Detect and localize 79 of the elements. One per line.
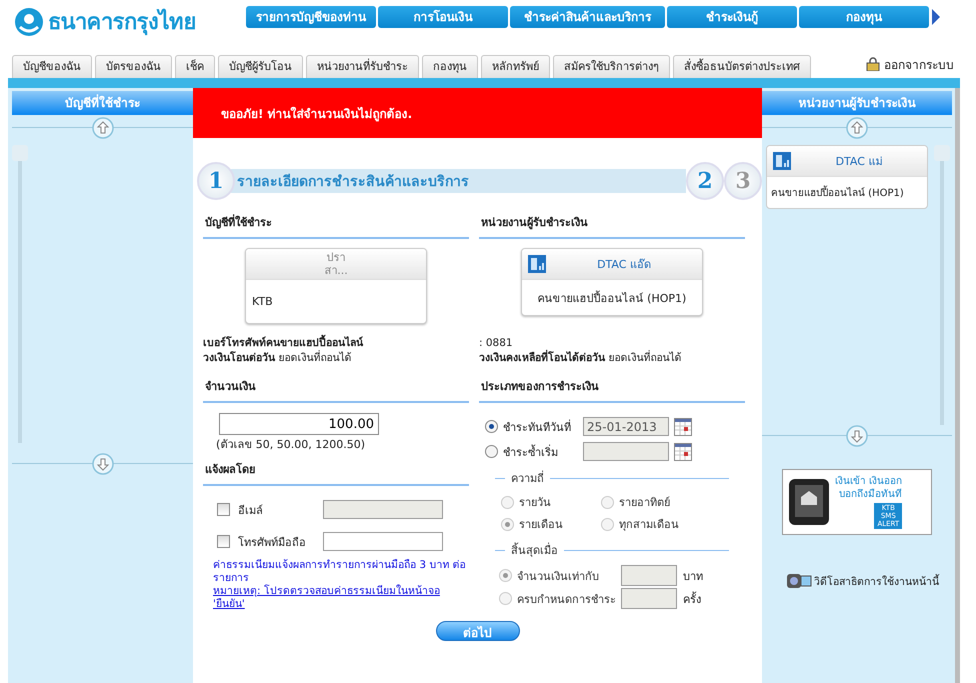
scrollbar[interactable] xyxy=(934,145,950,425)
payee-name: DTAC แม่ xyxy=(834,154,884,168)
info-value: วงเงินคงเหลือที่โอนได้ต่อวัน ยอดเงินที่ถอนได้ xyxy=(479,352,682,364)
step-number: 3 xyxy=(724,162,762,200)
date-input[interactable] xyxy=(583,442,669,461)
panel-title: หน่วยงานผู้รับชำระเงิน xyxy=(762,91,952,115)
tab[interactable]: สั่งซื้อธนบัตรต่างประเทศ xyxy=(673,55,811,78)
bank-name: ธนาคารกรุงไทย xyxy=(48,8,196,38)
section-heading: แจ้งผลโดย xyxy=(203,457,469,486)
account-name: ปรา สา... xyxy=(324,251,348,277)
phone-signal-icon xyxy=(528,255,546,273)
step-title: รายละเอียดการชำระสินค้าและบริการ xyxy=(237,172,469,192)
smartphone-icon xyxy=(787,477,831,527)
tab[interactable]: บัตรของฉัน xyxy=(95,55,172,78)
radio-button[interactable] xyxy=(485,420,498,433)
group-legend: สิ้นสุดเมื่อ xyxy=(511,541,558,559)
arrow-up-icon[interactable] xyxy=(846,117,868,139)
next-arrow-icon[interactable] xyxy=(931,8,941,26)
video-camera-icon xyxy=(786,571,812,591)
date-input[interactable]: 25-01-2013 xyxy=(583,417,669,436)
arrow-down-icon[interactable] xyxy=(846,425,868,447)
group-legend: ความถี่ xyxy=(511,469,544,487)
payee-service: คนขายแฮปปี้ออนไลน์ (HOP1) xyxy=(538,290,686,306)
radio-label: รายวัน xyxy=(519,495,552,511)
text-input[interactable] xyxy=(621,588,677,609)
demo-video-link[interactable]: วิดีโอสาธิตการใช้งานหน้านี้ xyxy=(786,571,952,591)
amount-hint: (ตัวเลข 50, 50.00, 1200.50) xyxy=(216,437,366,453)
amount-input[interactable]: 100.00 xyxy=(219,413,379,435)
panel-title: บัญชีที่ใช้ชำระ xyxy=(12,91,193,115)
info-value: : 0881 xyxy=(479,337,513,349)
logout-link[interactable]: ออกจากระบบ xyxy=(866,54,954,74)
tab[interactable]: หลักทรัพย์ xyxy=(481,55,550,78)
tab[interactable]: บัญชีของฉัน xyxy=(12,55,92,78)
unit-label: ครั้ง xyxy=(683,590,701,608)
tab[interactable]: เช็ค xyxy=(175,55,215,78)
step-number: 2 xyxy=(686,162,724,200)
radio-label: ครบกำหนดการชำระ xyxy=(517,592,617,608)
payee-card[interactable]: DTAC แม่ คนขายแฮปปี้ออนไลน์ (HOP1) xyxy=(766,145,928,209)
radio-label: รายอาทิตย์ xyxy=(619,495,671,511)
fee-link[interactable]: หมายเหตุ: โปรดตรวจสอบค่าธรรมเนียมในหน้าจอ 'ยืนยัน' xyxy=(213,585,453,611)
radio-label: รายเดือน xyxy=(519,517,564,533)
section-heading: บัญชีที่ใช้ชำระ xyxy=(203,210,469,239)
radio-label: ชำระซ้ำเริ่ม xyxy=(503,444,559,460)
info-label: วงเงินโอนต่อวัน ยอดเงินที่ถอนได้ xyxy=(203,352,352,364)
calendar-icon[interactable] xyxy=(674,442,692,460)
lock-icon xyxy=(866,57,880,71)
radio-label: ชำระทันทีวันที่ xyxy=(503,418,572,436)
checkbox[interactable] xyxy=(217,535,230,548)
checkbox-label: โทรศัพท์มือถือ xyxy=(238,534,307,550)
radio-button[interactable] xyxy=(485,445,498,458)
section-heading: หน่วยงานผู้รับชำระเงิน xyxy=(479,210,745,239)
text-input[interactable] xyxy=(323,532,443,551)
text-input[interactable] xyxy=(621,565,677,586)
account-card[interactable]: ปรา สา... KTB xyxy=(245,248,427,324)
account-number: KTB xyxy=(252,295,273,308)
fee-note: ค่าธรรมเนียมแจ้งผลการทำรายการผ่านมือถือ 3 บาท ต่อรายการ xyxy=(213,559,467,584)
info-label: เบอร์โทรศัพท์คนขายแฮปปี้ออนไลน์ xyxy=(203,337,363,349)
phone-signal-icon xyxy=(773,152,791,170)
checkbox-label: อีเมล์ xyxy=(238,502,264,518)
section-heading: จำนวนเงิน xyxy=(203,374,469,403)
banner-text: เงินเข้า เงินออก บอกถึงมือทันที xyxy=(835,475,902,501)
radio-label: ทุกสามเดือน xyxy=(619,517,680,533)
error-message: ขออภัย! ท่านใส่จำนวนเงินไม่ถูกต้อง. xyxy=(221,106,412,122)
payee-service: คนขายแฮปปี้ออนไลน์ (HOP1) xyxy=(771,185,904,200)
section-heading: ประเภทของการชำระเงิน xyxy=(479,374,745,403)
step-number: 1 xyxy=(197,162,235,200)
unit-label: บาท xyxy=(683,568,703,584)
radio-label: จำนวนเงินเท่ากับ xyxy=(517,568,600,584)
tab[interactable]: หน่วยงานที่รับชำระ xyxy=(306,55,419,78)
payee-name: DTAC แอ๊ด xyxy=(596,258,652,270)
calendar-icon[interactable] xyxy=(674,418,692,436)
arrow-down-icon[interactable] xyxy=(92,453,114,475)
tab[interactable]: บัญชีผู้รับโอน xyxy=(218,55,303,78)
arrow-up-icon[interactable] xyxy=(92,117,114,139)
payee-card[interactable]: DTAC แอ๊ด คนขายแฮปปี้ออนไลน์ (HOP1) xyxy=(521,248,703,316)
tab[interactable]: กองทุน xyxy=(422,55,478,78)
tab[interactable]: สมัครใช้บริการต่างๆ xyxy=(553,55,670,78)
bank-logo-icon xyxy=(14,6,44,36)
scrollbar[interactable] xyxy=(12,145,28,443)
